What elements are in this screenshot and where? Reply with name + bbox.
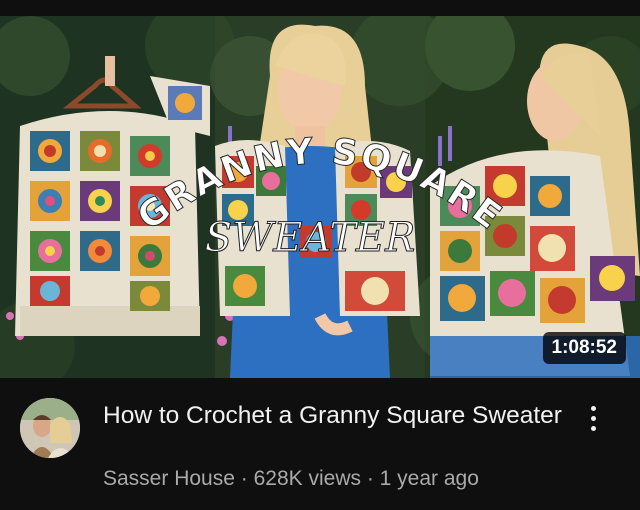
video-subtitle: Sasser House · 628K views · 1 year ago <box>103 467 563 491</box>
upload-age: 1 year ago <box>379 467 479 490</box>
view-count: 628K views <box>253 467 361 490</box>
status-bar-strip <box>0 0 640 16</box>
more-dot-icon <box>590 425 596 431</box>
video-meta-row: How to Crochet a Granny Square Sweater S… <box>0 378 640 510</box>
channel-name[interactable]: Sasser House <box>103 467 235 490</box>
more-dot-icon <box>590 405 596 411</box>
more-dot-icon <box>590 415 596 421</box>
duration-badge: 1:08:52 <box>542 332 626 364</box>
channel-avatar[interactable] <box>20 398 80 458</box>
separator: · <box>366 467 374 490</box>
separator: · <box>240 467 248 490</box>
thumbnail-image <box>0 16 640 378</box>
video-thumbnail[interactable]: GRANNY SQUARE SWEATER 1:08:52 <box>0 16 640 378</box>
more-options-button[interactable] <box>578 400 608 436</box>
video-title[interactable]: How to Crochet a Granny Square Sweater <box>103 400 563 432</box>
avatar-image <box>20 398 80 458</box>
